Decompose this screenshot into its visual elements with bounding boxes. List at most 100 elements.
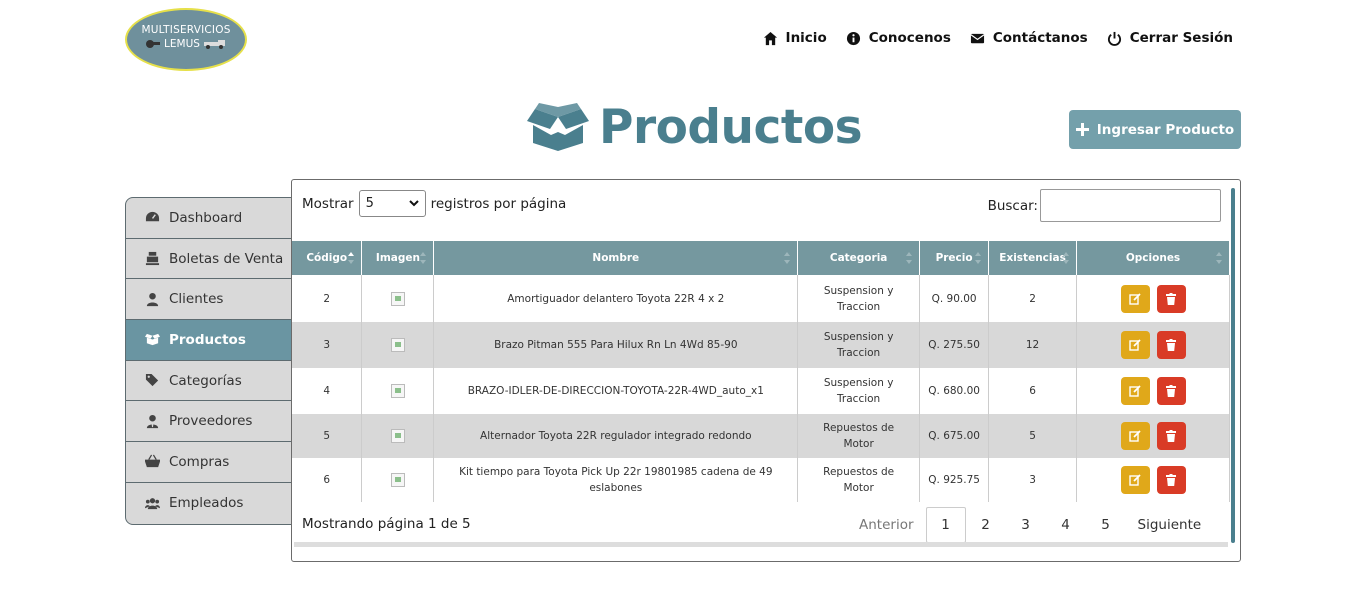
cell-precio: Q. 90.00 [919, 275, 990, 322]
delete-button[interactable] [1156, 466, 1186, 494]
col-header-label: Código [306, 252, 348, 264]
sort-icon [1063, 252, 1070, 264]
sort-icon [975, 252, 982, 264]
box-open-icon [527, 102, 589, 151]
cell-codigo: 4 [292, 368, 363, 414]
chevron-down-icon [408, 200, 419, 207]
col-header-imagen[interactable]: Imagen [361, 241, 435, 275]
cell-precio: Q. 925.75 [919, 458, 990, 502]
info-icon [846, 31, 860, 45]
search-input[interactable] [1040, 189, 1221, 222]
col-header-precio[interactable]: Precio [919, 241, 990, 275]
cell-codigo: 5 [292, 414, 363, 458]
edit-icon [1129, 292, 1141, 305]
user-tie-icon [146, 414, 159, 428]
nav-cerrar-sesion[interactable]: Cerrar Sesión [1107, 30, 1233, 46]
edit-icon [1129, 385, 1141, 397]
logo-line1: MULTISERVICIOS [141, 24, 231, 36]
pagination-page-5[interactable]: 5 [1086, 507, 1126, 543]
col-header-codigo[interactable]: Código [292, 241, 363, 275]
cell-existencias: 6 [988, 368, 1078, 414]
sidebar: Dashboard Boletas de Venta Clientes Prod… [125, 197, 292, 525]
logo-line2-text: LEMUS [164, 38, 200, 50]
cash-register-icon [145, 251, 160, 266]
col-header-nombre[interactable]: Nombre [433, 241, 799, 275]
delete-button[interactable] [1156, 422, 1186, 450]
sidebar-item-label: Clientes [169, 291, 224, 308]
dashboard-icon [145, 212, 160, 222]
edit-button[interactable] [1120, 331, 1150, 359]
cell-existencias: 2 [988, 275, 1078, 322]
table-row: 3 Brazo Pitman 555 Para Hilux Rn Ln 4Wd 8… [292, 322, 1230, 368]
pagination-page-4[interactable]: 4 [1046, 507, 1086, 543]
edit-button[interactable] [1120, 377, 1150, 405]
nav-conocenos[interactable]: Conocenos [846, 30, 951, 46]
nav-inicio[interactable]: Inicio [763, 30, 827, 46]
sort-asc-icon [348, 252, 355, 264]
horizontal-scrollbar[interactable] [294, 542, 1228, 547]
delete-button[interactable] [1156, 331, 1186, 359]
sort-icon [1216, 252, 1222, 264]
edit-icon [1129, 430, 1141, 442]
cell-precio: Q. 675.00 [919, 414, 990, 458]
sidebar-item-productos[interactable]: Productos [126, 320, 291, 361]
cell-nombre: Amortiguador delantero Toyota 22R 4 x 2 [433, 275, 799, 322]
users-icon [145, 497, 160, 509]
cell-codigo: 2 [292, 275, 363, 322]
pagination-page-1[interactable]: 1 [925, 507, 966, 543]
pagination-prev[interactable]: Anterior [847, 507, 926, 543]
sort-icon [784, 252, 791, 264]
table-row: 5 Alternador Toyota 22R regulador integra… [292, 414, 1230, 458]
row-actions [1077, 377, 1229, 405]
cell-imagen [361, 322, 435, 368]
delete-button[interactable] [1156, 377, 1186, 405]
sidebar-item-boletas[interactable]: Boletas de Venta [126, 239, 291, 280]
col-header-existencias[interactable]: Existencias [988, 241, 1078, 275]
cell-nombre: Kit tiempo para Toyota Pick Up 22r 19801… [433, 458, 799, 502]
delete-button[interactable] [1156, 284, 1186, 313]
nav-contactanos[interactable]: Contáctanos [970, 30, 1088, 46]
broken-image-icon [390, 429, 405, 443]
box-icon [145, 334, 160, 346]
power-icon [1107, 31, 1121, 46]
col-header-categoria[interactable]: Categoria [797, 241, 921, 275]
top-nav: Inicio Conocenos Contáctanos Cerrar Sesi… [763, 30, 1233, 46]
cell-imagen [361, 458, 435, 502]
sidebar-item-dashboard[interactable]: Dashboard [126, 198, 291, 239]
sidebar-item-categorias[interactable]: Categorías [126, 361, 291, 402]
vertical-scrollbar[interactable] [1231, 188, 1235, 543]
page-size-select[interactable]: 5 [358, 190, 426, 217]
pagination-page-2[interactable]: 2 [966, 507, 1006, 543]
sidebar-item-proveedores[interactable]: Proveedores [126, 401, 291, 443]
tags-icon [145, 374, 159, 387]
cell-precio: Q. 680.00 [919, 368, 990, 414]
trash-icon [1166, 292, 1177, 305]
sidebar-item-compras[interactable]: Compras [126, 442, 291, 483]
sidebar-item-clientes[interactable]: Clientes [126, 279, 291, 321]
sidebar-item-label: Compras [169, 453, 230, 470]
sidebar-item-empleados[interactable]: Empleados [126, 483, 291, 524]
pagination-page-3[interactable]: 3 [1006, 507, 1046, 543]
col-header-opciones[interactable]: Opciones [1076, 241, 1230, 275]
add-product-button[interactable]: Ingresar Producto [1069, 110, 1241, 149]
edit-button[interactable] [1120, 284, 1150, 313]
cell-nombre: BRAZO-IDLER-DE-DIRECCION-TOYOTA-22R-4WD_… [433, 368, 799, 414]
col-header-label: Opciones [1125, 252, 1181, 264]
search-control: Buscar: [988, 189, 1221, 222]
edit-icon [1129, 339, 1141, 351]
row-actions [1077, 422, 1229, 450]
cell-imagen [361, 275, 435, 322]
sidebar-item-label: Boletas de Venta [169, 250, 284, 267]
pagination-next[interactable]: Siguiente [1126, 507, 1214, 543]
show-label: Mostrar [302, 195, 354, 212]
page-size-control: Mostrar 5 registros por página [302, 190, 566, 217]
cell-nombre: Brazo Pitman 555 Para Hilux Rn Ln 4Wd 85… [433, 322, 799, 368]
mechanic-icon [145, 40, 160, 48]
user-icon [146, 292, 159, 306]
edit-button[interactable] [1120, 422, 1150, 450]
table-row: 6 Kit tiempo para Toyota Pick Up 22r 1980… [292, 458, 1230, 502]
products-panel: Mostrar 5 registros por página Buscar: C… [291, 179, 1241, 562]
col-header-label: Existencias [999, 252, 1066, 264]
cell-opciones [1076, 275, 1230, 322]
edit-button[interactable] [1120, 466, 1150, 494]
